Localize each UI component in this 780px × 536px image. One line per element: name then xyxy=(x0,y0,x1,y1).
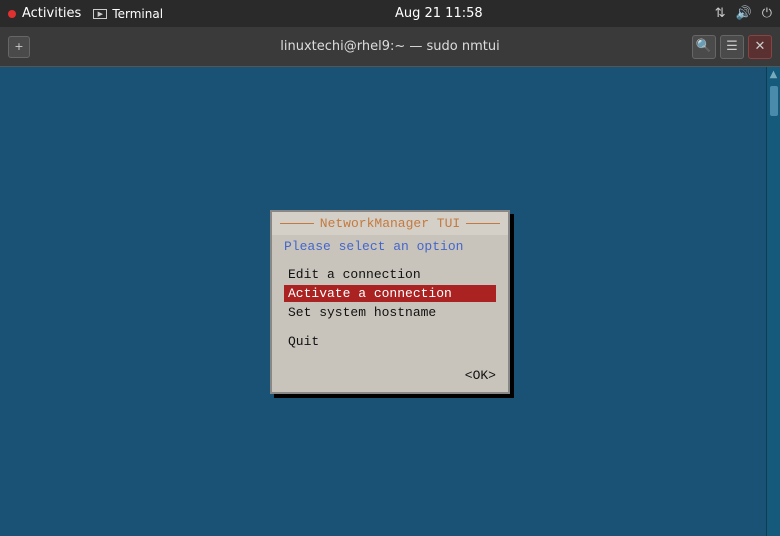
dialog-title: NetworkManager TUI xyxy=(320,216,460,231)
terminal-icon: ▶ xyxy=(93,9,107,19)
terminal-menu-button[interactable]: ☰ xyxy=(720,35,744,59)
terminal-search-button[interactable]: 🔍 xyxy=(692,35,716,59)
terminal-titlebar-left: + xyxy=(8,36,34,58)
activities-dot xyxy=(8,10,16,18)
dialog-subtitle: Please select an option xyxy=(284,239,496,254)
menu-separator xyxy=(284,323,496,333)
dialog-titlebar: NetworkManager TUI xyxy=(272,212,508,235)
scrollbar[interactable]: ▲ xyxy=(766,67,780,536)
menu-item-activate[interactable]: Activate a connection xyxy=(284,285,496,302)
terminal-titlebar: + linuxtechi@rhel9:~ — sudo nmtui 🔍 ☰ ✕ xyxy=(0,27,780,67)
terminal-titlebar-right: 🔍 ☰ ✕ xyxy=(692,35,772,59)
terminal-close-button[interactable]: ✕ xyxy=(748,35,772,59)
title-line-right xyxy=(466,223,500,224)
dialog-footer: <OK> xyxy=(272,362,508,392)
scroll-up-arrow[interactable]: ▲ xyxy=(768,67,780,82)
network-icon[interactable]: ⇅ xyxy=(715,6,726,21)
terminal-window: + linuxtechi@rhel9:~ — sudo nmtui 🔍 ☰ ✕ … xyxy=(0,27,780,536)
terminal-content: NetworkManager TUI Please select an opti… xyxy=(0,67,780,536)
topbar: Activities ▶ Terminal Aug 21 11:58 ⇅ 🔊 ⏻ xyxy=(0,0,780,27)
topbar-left: Activities ▶ Terminal xyxy=(8,6,163,21)
power-icon[interactable]: ⏻ xyxy=(762,6,772,21)
menu-item-edit[interactable]: Edit a connection xyxy=(284,266,496,283)
activities-button[interactable]: Activities xyxy=(8,6,81,21)
new-tab-button[interactable]: + xyxy=(8,36,30,58)
activities-label: Activities xyxy=(22,6,81,21)
scroll-thumb[interactable] xyxy=(770,86,778,116)
menu-item-hostname[interactable]: Set system hostname xyxy=(284,304,496,321)
topbar-right: ⇅ 🔊 ⏻ xyxy=(715,6,772,21)
ok-button[interactable]: <OK> xyxy=(465,368,496,383)
terminal-taskbar-item[interactable]: ▶ Terminal xyxy=(93,7,163,21)
nmtui-dialog: NetworkManager TUI Please select an opti… xyxy=(270,210,510,394)
terminal-taskbar-label: Terminal xyxy=(112,7,163,21)
title-line-left xyxy=(280,223,314,224)
menu-item-quit[interactable]: Quit xyxy=(284,333,496,350)
dialog-body: Please select an option Edit a connectio… xyxy=(272,235,508,362)
volume-icon[interactable]: 🔊 xyxy=(736,6,752,21)
terminal-title: linuxtechi@rhel9:~ — sudo nmtui xyxy=(280,39,499,54)
topbar-datetime: Aug 21 11:58 xyxy=(395,6,483,21)
